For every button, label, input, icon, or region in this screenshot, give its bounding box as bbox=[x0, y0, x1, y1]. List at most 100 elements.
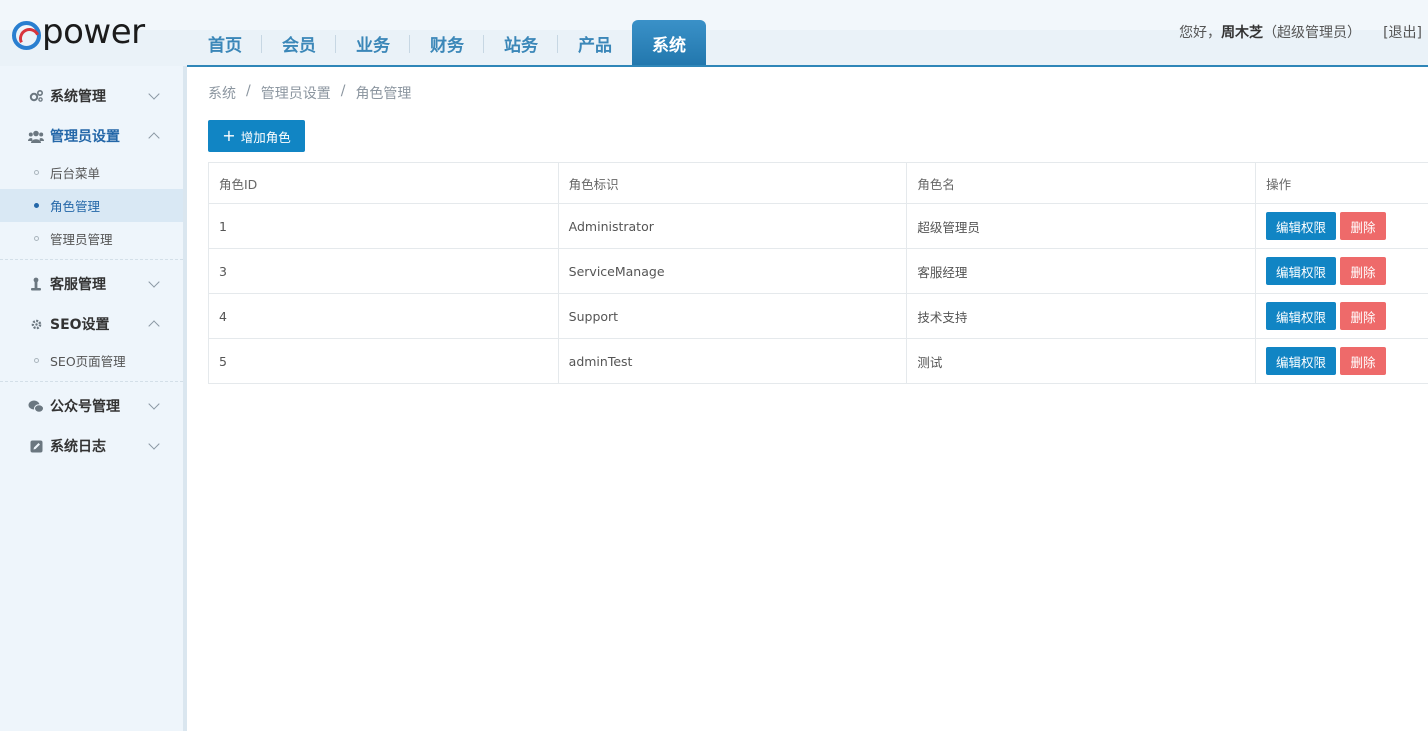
user-role: （超级管理员） bbox=[1263, 25, 1362, 41]
roles-table: 角色ID 角色标识 角色名 操作 1 Administrator 超级管理员 编… bbox=[208, 162, 1428, 384]
delete-button[interactable]: 删除 bbox=[1340, 257, 1387, 285]
cell-actions: 编辑权限 删除 bbox=[1255, 203, 1428, 249]
edit-permissions-button[interactable]: 编辑权限 bbox=[1266, 257, 1337, 285]
top-header: power 首页 会员 业务 财务 站务 产品 系统 您好，周木芝（超级管理员）… bbox=[0, 0, 1428, 66]
logout-link[interactable]: [退出] bbox=[1383, 22, 1422, 42]
gear-icon bbox=[28, 316, 44, 332]
bullet-icon bbox=[34, 236, 39, 241]
sidebar-group-admin: 管理员设置 后台菜单 角色管理 管理员管理 bbox=[0, 116, 183, 255]
bullet-icon bbox=[34, 203, 39, 208]
sidebar-group-system-head[interactable]: 系统管理 bbox=[0, 76, 183, 116]
breadcrumb-current: 角色管理 bbox=[355, 86, 412, 102]
cell-role-key: Support bbox=[557, 293, 908, 339]
sidebar-group-label: 公众号管理 bbox=[50, 399, 120, 415]
sidebar-group-label: 系统日志 bbox=[50, 439, 106, 455]
edit-permissions-button[interactable]: 编辑权限 bbox=[1266, 212, 1337, 240]
support-icon bbox=[28, 276, 44, 292]
cell-role-key: Administrator bbox=[557, 203, 908, 249]
cell-actions: 编辑权限 删除 bbox=[1255, 293, 1428, 339]
sidebar-group-seo-head[interactable]: SEO设置 bbox=[0, 304, 183, 344]
logo[interactable]: power bbox=[12, 12, 145, 52]
sidebar-item-menu[interactable]: 后台菜单 bbox=[0, 156, 183, 189]
sidebar-item-label: SEO页面管理 bbox=[50, 354, 126, 369]
cell-role-key: ServiceManage bbox=[557, 248, 908, 294]
gears-icon bbox=[28, 88, 44, 104]
breadcrumb-system[interactable]: 系统 bbox=[208, 83, 236, 103]
nav-members[interactable]: 会员 bbox=[262, 20, 336, 66]
user-greeting: 您好，周木芝（超级管理员） bbox=[1179, 22, 1361, 42]
bullet-icon bbox=[34, 170, 39, 175]
chevron-up-icon bbox=[148, 320, 160, 332]
table-row: 1 Administrator 超级管理员 编辑权限 删除 bbox=[208, 203, 1428, 249]
column-header-actions: 操作 bbox=[1255, 162, 1428, 204]
nav-business[interactable]: 业务 bbox=[336, 20, 410, 66]
sidebar-group-label: SEO设置 bbox=[50, 317, 110, 333]
cell-role-name: 超级管理员 bbox=[906, 203, 1257, 249]
cell-role-name: 客服经理 bbox=[906, 248, 1257, 294]
table-row: 5 adminTest 测试 编辑权限 删除 bbox=[208, 338, 1428, 384]
table-row: 3 ServiceManage 客服经理 编辑权限 删除 bbox=[208, 248, 1428, 294]
sidebar-group-system: 系统管理 bbox=[0, 76, 183, 116]
sidebar-group-wechat: 公众号管理 bbox=[0, 386, 183, 426]
nav-system[interactable]: 系统 bbox=[632, 20, 706, 66]
cell-actions: 编辑权限 删除 bbox=[1255, 338, 1428, 384]
cell-role-id: 4 bbox=[208, 293, 559, 339]
sidebar: 系统管理 管理员设置 后台菜单 角色管理 管理员管理 客服管理 SEO设置 SE… bbox=[0, 66, 187, 731]
logo-text: power bbox=[42, 12, 145, 52]
chevron-down-icon bbox=[148, 438, 160, 450]
sidebar-group-admin-head[interactable]: 管理员设置 bbox=[0, 116, 183, 156]
table-header-row: 角色ID 角色标识 角色名 操作 bbox=[208, 162, 1428, 204]
add-role-button[interactable]: + 增加角色 bbox=[208, 120, 305, 152]
sidebar-divider bbox=[0, 381, 183, 382]
edit-permissions-button[interactable]: 编辑权限 bbox=[1266, 347, 1337, 375]
column-header-id: 角色ID bbox=[208, 162, 559, 204]
nav-products[interactable]: 产品 bbox=[558, 20, 632, 66]
chevron-down-icon bbox=[148, 276, 160, 288]
sidebar-item-seo-pages[interactable]: SEO页面管理 bbox=[0, 344, 183, 377]
chevron-down-icon bbox=[148, 88, 160, 100]
sidebar-item-roles[interactable]: 角色管理 bbox=[0, 189, 183, 222]
breadcrumb: 系统 / 管理员设置 / 角色管理 bbox=[208, 83, 411, 103]
cell-actions: 编辑权限 删除 bbox=[1255, 248, 1428, 294]
breadcrumb-admin-settings[interactable]: 管理员设置 bbox=[261, 83, 331, 103]
breadcrumb-separator: / bbox=[246, 83, 251, 99]
nav-finance[interactable]: 财务 bbox=[410, 20, 484, 66]
delete-button[interactable]: 删除 bbox=[1340, 212, 1387, 240]
sidebar-group-logs: 系统日志 bbox=[0, 426, 183, 466]
cell-role-id: 3 bbox=[208, 248, 559, 294]
sidebar-group-label: 客服管理 bbox=[50, 277, 106, 293]
sidebar-group-seo: SEO设置 SEO页面管理 bbox=[0, 304, 183, 377]
greeting-text: 您好， bbox=[1179, 25, 1222, 41]
sidebar-item-label: 后台菜单 bbox=[50, 166, 101, 181]
column-header-key: 角色标识 bbox=[557, 162, 908, 204]
sidebar-group-service: 客服管理 bbox=[0, 264, 183, 304]
cell-role-name: 技术支持 bbox=[906, 293, 1257, 339]
sidebar-group-wechat-head[interactable]: 公众号管理 bbox=[0, 386, 183, 426]
users-icon bbox=[28, 128, 44, 144]
main-content: 系统 / 管理员设置 / 角色管理 + 增加角色 角色ID 角色标识 角色名 操… bbox=[188, 67, 1428, 731]
cell-role-id: 5 bbox=[208, 338, 559, 384]
chevron-up-icon bbox=[148, 132, 160, 144]
bullet-icon bbox=[34, 358, 39, 363]
sidebar-group-logs-head[interactable]: 系统日志 bbox=[0, 426, 183, 466]
delete-button[interactable]: 删除 bbox=[1340, 347, 1387, 375]
sidebar-item-label: 角色管理 bbox=[50, 199, 101, 214]
cell-role-key: adminTest bbox=[557, 338, 908, 384]
nav-home[interactable]: 首页 bbox=[188, 20, 262, 66]
sidebar-group-service-head[interactable]: 客服管理 bbox=[0, 264, 183, 304]
sidebar-item-label: 管理员管理 bbox=[50, 232, 113, 247]
column-header-name: 角色名 bbox=[906, 162, 1257, 204]
delete-button[interactable]: 删除 bbox=[1340, 302, 1387, 330]
cell-role-id: 1 bbox=[208, 203, 559, 249]
sidebar-group-label: 系统管理 bbox=[50, 89, 106, 105]
sidebar-item-admins[interactable]: 管理员管理 bbox=[0, 222, 183, 255]
nav-site[interactable]: 站务 bbox=[484, 20, 558, 66]
plus-icon: + bbox=[222, 126, 236, 145]
edit-icon bbox=[28, 438, 44, 454]
user-name: 周木芝 bbox=[1221, 25, 1264, 41]
breadcrumb-separator: / bbox=[340, 83, 346, 99]
table-row: 4 Support 技术支持 编辑权限 删除 bbox=[208, 293, 1428, 339]
cell-role-name: 测试 bbox=[906, 338, 1257, 384]
sidebar-group-label: 管理员设置 bbox=[50, 129, 120, 145]
edit-permissions-button[interactable]: 编辑权限 bbox=[1266, 302, 1337, 330]
